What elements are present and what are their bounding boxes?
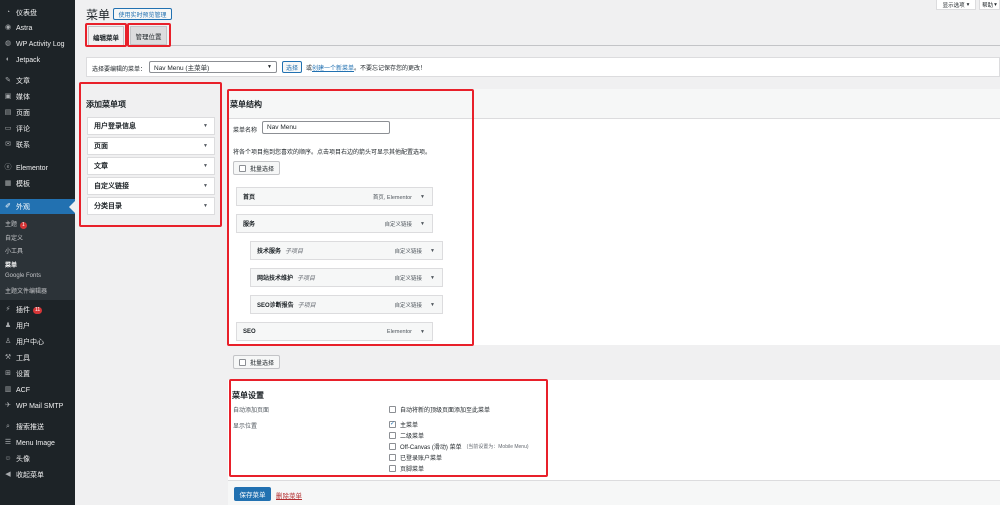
template-icon: ▦ (4, 180, 12, 187)
sidebar-item-acf[interactable]: ▥ ACF (0, 383, 75, 397)
submenu-item-widgets[interactable]: 小工具 (5, 246, 23, 255)
search-push-icon: ⌕ (6, 423, 10, 430)
create-new-menu-link[interactable]: 创建一个新菜单 (312, 66, 354, 72)
active-menu-pointer (69, 201, 75, 213)
acf-icon: ▥ (4, 386, 12, 393)
sidebar-item-media[interactable]: ▣ 媒体 (0, 90, 75, 104)
create-menu-text: 或创建一个新菜单。不要忘记保存您的更改！ (306, 66, 427, 72)
sidebar-item-activity-log[interactable]: ◍ WP Activity Log (0, 37, 75, 51)
page-icon: ▤ (4, 109, 12, 116)
bulk-select-checkbox[interactable] (239, 358, 246, 366)
dashboard-icon: ◔ (5, 9, 11, 16)
wrench-icon: ⚒ (4, 354, 12, 361)
sidebar-item-menu-image[interactable]: ☰ Menu Image (0, 436, 75, 450)
brush-icon: ✐ (5, 202, 11, 210)
submenu-item-themes[interactable]: 主题 1 (5, 219, 27, 229)
user-icon: ♟ (4, 322, 12, 329)
smtp-icon: ✈ (5, 402, 11, 409)
highlight-locations-tab (127, 23, 171, 47)
sidebar-item-wp-mail-smtp[interactable]: ✈ WP Mail SMTP (0, 399, 75, 413)
sidebar-item-plugins[interactable]: ⚡ 插件 11 (0, 303, 75, 317)
tab-divider (86, 45, 1000, 46)
user-center-icon: ♙ (4, 338, 12, 345)
media-icon: ▣ (4, 93, 12, 100)
save-bar (228, 480, 1000, 505)
chevron-down-icon: ▾ (994, 1, 997, 8)
bulk-select-button-bottom[interactable]: 批量选择 (233, 355, 280, 369)
sidebar-item-search-push[interactable]: ⌕ 搜索推送 (0, 420, 75, 434)
menu-select-dropdown[interactable]: Nav Menu (主菜单) ▼ (149, 61, 277, 73)
screen-options-button[interactable]: 显示选项 ▾ (936, 0, 976, 10)
sidebar-item-comments[interactable]: ▭ 评论 (0, 122, 75, 136)
live-preview-button[interactable]: 使用实时预览管理 (113, 8, 172, 20)
chevron-down-icon: ▼ (267, 64, 272, 70)
sidebar-item-appearance[interactable]: ✐ 外观 (0, 199, 75, 214)
menu-image-icon: ☰ (4, 439, 12, 446)
mail-icon: ✉ (5, 141, 11, 148)
select-menu-button[interactable]: 选择 (282, 61, 302, 73)
sidebar-item-users[interactable]: ♟ 用户 (0, 319, 75, 333)
settings-icon: ⊞ (5, 370, 11, 377)
sidebar-item-templates[interactable]: ▦ 模板 (0, 177, 75, 191)
submenu-item-menus[interactable]: 菜单 (5, 260, 17, 269)
page-title: 菜单 (86, 8, 111, 22)
avatar-icon: ☺ (4, 455, 12, 462)
sidebar-item-tools[interactable]: ⚒ 工具 (0, 351, 75, 365)
collapse-icon: ◀ (5, 471, 11, 478)
plugin-icon: ⚡ (5, 306, 11, 313)
elementor-icon: ⓔ (4, 164, 12, 171)
help-button[interactable]: 帮助 ▾ (979, 0, 1000, 10)
submenu-item-customize[interactable]: 自定义 (5, 233, 23, 242)
plugins-update-badge: 11 (33, 306, 43, 314)
astra-icon: ◉ (4, 24, 12, 31)
jetpack-icon: ◐ (5, 56, 11, 63)
highlight-structure (227, 89, 474, 346)
submenu-item-theme-editor[interactable]: 主题文件编辑器 (5, 286, 47, 295)
submenu-item-google-fonts[interactable]: Google Fonts (5, 273, 41, 279)
sidebar-item-astra[interactable]: ◉ Astra (0, 21, 75, 35)
sidebar-item-user-center[interactable]: ♙ 用户中心 (0, 335, 75, 349)
select-menu-label: 选择要编辑的菜单： (92, 67, 147, 73)
pin-icon: ✎ (5, 77, 11, 84)
chevron-down-icon: ▾ (966, 1, 970, 8)
sidebar-item-contact[interactable]: ✉ 联系 (0, 138, 75, 152)
highlight-add-items (79, 82, 222, 227)
delete-menu-link[interactable]: 删除菜单 (276, 490, 302, 500)
highlight-edit-tab (85, 23, 127, 47)
sidebar-item-pages[interactable]: ▤ 页面 (0, 106, 75, 120)
sidebar-item-elementor[interactable]: ⓔ Elementor (0, 161, 75, 175)
admin-sidebar: ◔ 仪表盘 ◉ Astra ◍ WP Activity Log ◐ Jetpack ✎ 文… (0, 0, 75, 505)
comment-icon: ▭ (4, 125, 12, 132)
sidebar-item-collapse[interactable]: ◀ 收起菜单 (0, 468, 75, 482)
activity-log-icon: ◍ (4, 40, 12, 47)
sidebar-item-dashboard[interactable]: ◔ 仪表盘 (0, 6, 75, 20)
save-menu-button[interactable]: 保存菜单 (234, 487, 271, 501)
sidebar-item-jetpack[interactable]: ◐ Jetpack (0, 53, 75, 67)
highlight-settings (229, 379, 548, 477)
sidebar-item-avatar[interactable]: ☺ 头像 (0, 452, 75, 466)
themes-update-badge: 1 (20, 222, 27, 229)
sidebar-item-settings[interactable]: ⊞ 设置 (0, 367, 75, 381)
sidebar-item-posts[interactable]: ✎ 文章 (0, 74, 75, 88)
